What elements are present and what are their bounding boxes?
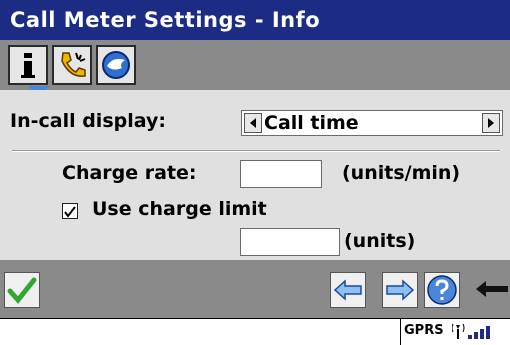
use-charge-limit-label: Use charge limit <box>92 198 267 220</box>
settings-panel: In-call display: Call time Charge rate: … <box>0 90 510 260</box>
select-next-button[interactable] <box>482 113 500 133</box>
signal-strength-icon <box>452 323 490 339</box>
in-call-display-select[interactable]: Call time <box>241 110 503 136</box>
arrow-left-icon <box>333 279 362 301</box>
forward-button[interactable] <box>382 272 418 308</box>
arrow-right-icon <box>386 279 415 301</box>
return-button[interactable] <box>470 272 510 308</box>
arrow-right-small-icon <box>488 118 494 128</box>
use-charge-limit-checkbox[interactable] <box>62 203 78 219</box>
connection-status: GPRS <box>404 323 444 338</box>
charge-rate-input[interactable] <box>240 160 322 188</box>
charge-limit-input[interactable] <box>240 228 340 256</box>
checkmark-icon <box>7 277 37 304</box>
checkmark-small-icon <box>64 206 76 218</box>
tab-strip <box>0 40 510 90</box>
window-title: Call Meter Settings - Info <box>0 0 510 40</box>
back-button[interactable] <box>330 272 366 308</box>
status-divider <box>400 319 401 345</box>
divider <box>12 150 500 152</box>
tab-network[interactable] <box>96 45 136 85</box>
charge-limit-unit: (units) <box>344 230 416 252</box>
return-icon <box>476 281 508 297</box>
help-icon <box>427 275 457 305</box>
tab-call[interactable] <box>52 45 92 85</box>
charge-rate-unit: (units/min) <box>342 162 461 184</box>
tab-info[interactable] <box>8 45 48 85</box>
arrow-left-small-icon <box>250 118 256 128</box>
help-button[interactable] <box>424 272 460 308</box>
globe-icon <box>102 51 130 79</box>
charge-rate-label: Charge rate: <box>62 162 197 184</box>
toolbar <box>0 260 510 318</box>
phone-call-icon <box>61 52 86 77</box>
ok-button[interactable] <box>4 272 40 308</box>
select-prev-button[interactable] <box>244 113 262 133</box>
in-call-display-label: In-call display: <box>10 110 166 132</box>
info-icon <box>21 53 35 78</box>
status-bar: GPRS <box>0 318 510 345</box>
in-call-display-value: Call time <box>264 112 359 134</box>
